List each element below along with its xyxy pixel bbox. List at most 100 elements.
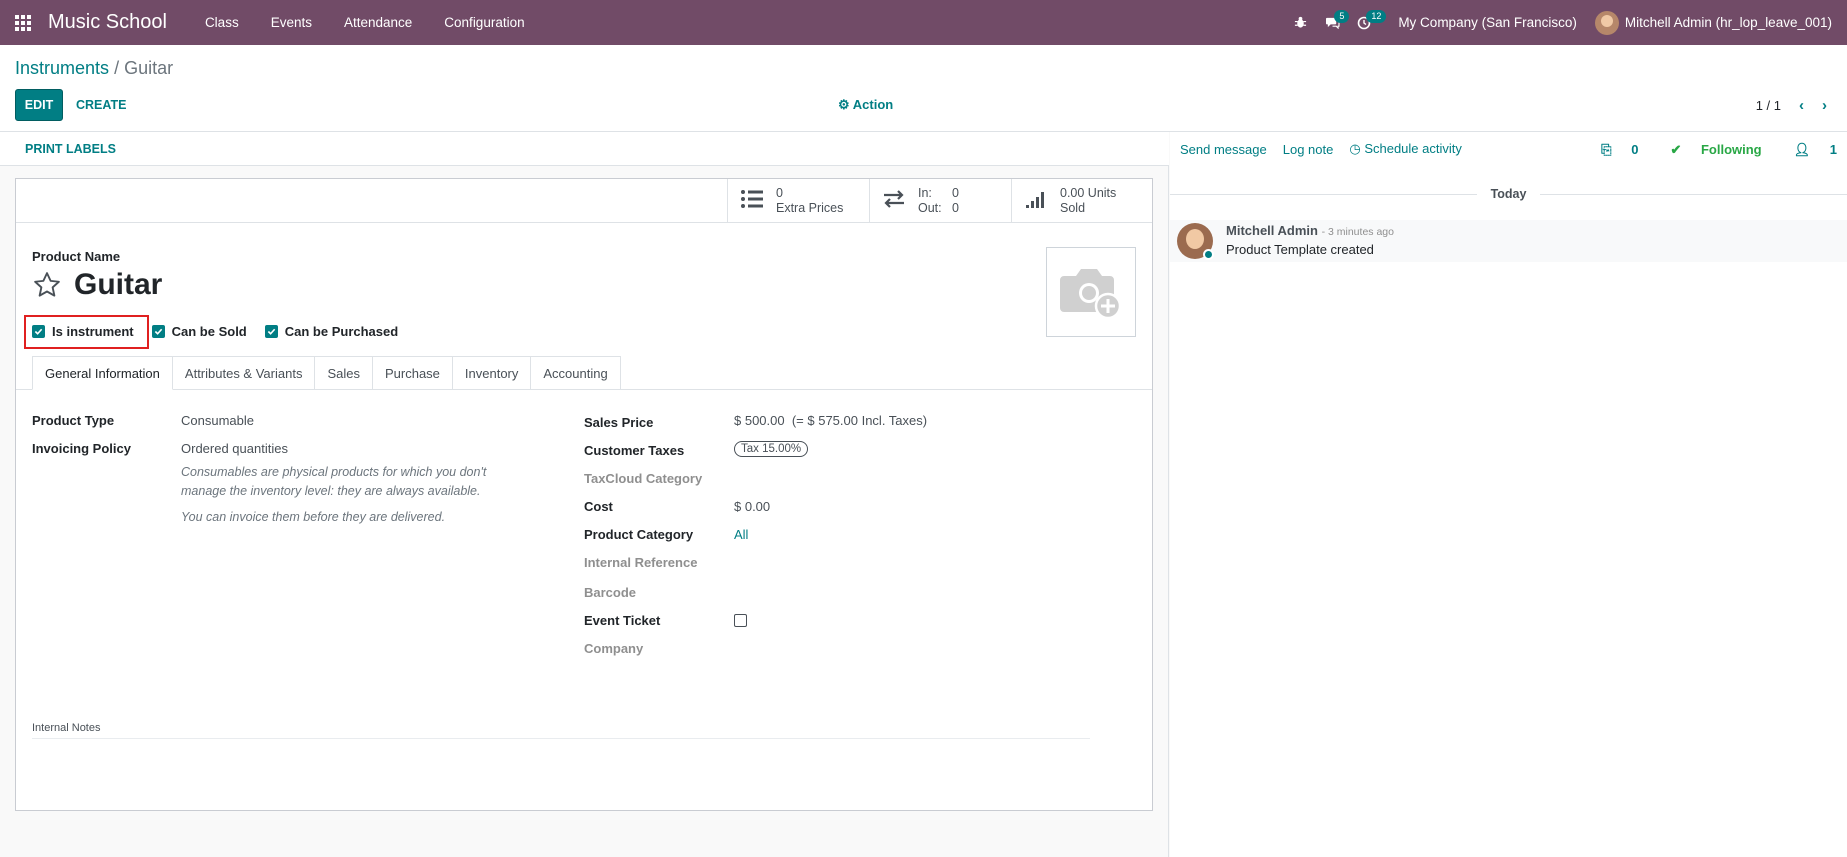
is-instrument-checkbox[interactable]: Is instrument xyxy=(32,324,134,339)
print-labels-button[interactable]: PRINT LABELS xyxy=(25,142,116,156)
extra-prices-count: 0 xyxy=(776,185,783,200)
barcode-label: Barcode xyxy=(584,585,637,600)
check-icon: ✔ xyxy=(1670,142,1682,157)
checkbox-checked-icon xyxy=(32,325,45,338)
product-image-upload[interactable] xyxy=(1046,247,1136,337)
units-sold-value: 0.00 Units xyxy=(1060,185,1117,200)
customer-taxes-label: Customer Taxes xyxy=(584,443,685,458)
user-menu[interactable]: Mitchell Admin (hr_lop_leave_001) xyxy=(1594,10,1847,35)
message-body: Product Template created xyxy=(1226,242,1374,257)
internal-reference-label: Internal Reference xyxy=(584,555,698,570)
sales-price-incl-taxes: (= $ 575.00 Incl. Taxes) xyxy=(791,413,928,428)
pager-value[interactable]: 1 / 1 xyxy=(1756,98,1781,113)
exchange-icon xyxy=(882,189,908,212)
systray: 5 12 My Company (San Francisco) Mitchell… xyxy=(1284,0,1847,45)
company-switcher[interactable]: My Company (San Francisco) xyxy=(1380,15,1595,30)
pager: 1 / 1 ‹ › xyxy=(1756,97,1827,114)
sales-price-amount: $ 500.00 xyxy=(734,413,785,428)
product-type-help: Consumables are physical products for wh… xyxy=(181,465,487,498)
date-separator-label: Today xyxy=(1490,187,1527,201)
top-navbar: Music School Class Events Attendance Con… xyxy=(0,0,1847,45)
event-ticket-checkbox[interactable] xyxy=(734,614,754,630)
schedule-activity-button[interactable]: ◷ Schedule activity xyxy=(1349,141,1462,157)
tax-tag[interactable]: Tax 15.00% xyxy=(734,441,809,457)
form-view: PRINT LABELS 0 Extra Prices In: 0 Out: 0… xyxy=(0,132,1169,857)
chatter-followers: ⎘ 0 ✔ Following 👤︎ 1 xyxy=(1569,142,1837,158)
activities-clock-icon[interactable]: 12 xyxy=(1348,0,1387,45)
log-note-button[interactable]: Log note xyxy=(1283,142,1334,157)
can-be-sold-label: Can be Sold xyxy=(171,324,247,339)
chatter-topbar: Send message Log note ◷ Schedule activit… xyxy=(1170,132,1847,166)
menu-attendance[interactable]: Attendance xyxy=(328,0,428,45)
in-label: In: xyxy=(918,185,932,200)
debug-bug-icon[interactable] xyxy=(1284,0,1316,45)
breadcrumb-current: Guitar xyxy=(124,58,174,78)
invoicing-policy-select[interactable]: Ordered quantities xyxy=(181,441,288,456)
breadcrumb-instruments[interactable]: Instruments xyxy=(15,58,109,78)
clock-icon: ◷ xyxy=(1349,141,1361,156)
create-button[interactable]: CREATE xyxy=(76,89,126,121)
tab-accounting[interactable]: Accounting xyxy=(530,356,621,390)
out-label: Out: xyxy=(918,200,942,215)
product-name-label: Product Name xyxy=(32,249,121,264)
followers-count: 1 xyxy=(1829,142,1837,157)
date-separator: Today xyxy=(1170,187,1847,201)
extra-prices-button[interactable]: 0 Extra Prices xyxy=(727,179,869,222)
menu-configuration[interactable]: Configuration xyxy=(428,0,540,45)
message-time: - 3 minutes ago xyxy=(1321,226,1394,238)
attachments-button[interactable]: ⎘ 0 xyxy=(1585,142,1638,158)
invoicing-policy-label: Invoicing Policy xyxy=(32,441,131,456)
message-author-avatar[interactable] xyxy=(1177,223,1214,260)
message-author[interactable]: Mitchell Admin xyxy=(1226,223,1318,238)
camera-add-icon xyxy=(1060,269,1122,320)
product-type-select[interactable]: Consumable xyxy=(181,413,254,428)
form-statusbar: PRINT LABELS xyxy=(0,132,1169,166)
main-menu: Class Events Attendance Configuration xyxy=(189,0,541,45)
form-sheet: 0 Extra Prices In: 0 Out: 0 0.00 Units S… xyxy=(15,178,1153,811)
internal-notes-field[interactable] xyxy=(32,738,1090,739)
edit-button[interactable]: EDIT xyxy=(15,89,63,121)
app-brand[interactable]: Music School xyxy=(48,11,167,34)
followers-button[interactable]: 👤︎ 1 xyxy=(1778,142,1837,158)
can-be-purchased-checkbox[interactable]: Can be Purchased xyxy=(264,324,398,339)
list-icon xyxy=(740,189,766,212)
tab-attributes-variants[interactable]: Attributes & Variants xyxy=(171,356,316,390)
send-message-button[interactable]: Send message xyxy=(1180,142,1267,157)
tab-purchase[interactable]: Purchase xyxy=(371,356,453,390)
is-instrument-label: Is instrument xyxy=(52,324,134,339)
in-out-button[interactable]: In: 0 Out: 0 xyxy=(869,179,1011,222)
messages-icon[interactable]: 5 xyxy=(1316,0,1350,45)
cost-value[interactable]: $ 0.00 xyxy=(734,499,770,514)
activities-count-badge: 12 xyxy=(1366,10,1387,23)
control-panel: Instruments / Guitar EDIT CREATE ⚙ Actio… xyxy=(0,45,1847,132)
attachments-count: 0 xyxy=(1631,142,1639,157)
tab-sales[interactable]: Sales xyxy=(314,356,373,390)
units-sold-label: Sold xyxy=(1060,200,1086,215)
tab-general-information[interactable]: General Information xyxy=(32,356,173,390)
product-category-link[interactable]: All xyxy=(734,527,748,542)
company-label: Company xyxy=(584,641,644,656)
action-dropdown[interactable]: ⚙ Action xyxy=(838,97,893,113)
sales-price-value[interactable]: $ 500.00 (= $ 575.00 Incl. Taxes) xyxy=(734,413,927,428)
product-category-label: Product Category xyxy=(584,527,694,542)
cost-label: Cost xyxy=(584,499,613,514)
following-button[interactable]: ✔ Following xyxy=(1654,142,1761,158)
tab-inventory[interactable]: Inventory xyxy=(451,356,532,390)
menu-events[interactable]: Events xyxy=(255,0,328,45)
product-flags: Is instrument Can be Sold Can be Purchas… xyxy=(32,324,416,339)
checkbox-unchecked-icon xyxy=(734,614,747,627)
in-value: 0 xyxy=(952,185,959,200)
user-avatar xyxy=(1594,10,1619,35)
pager-next-icon[interactable]: › xyxy=(1822,97,1827,114)
apps-menu-icon[interactable] xyxy=(0,0,46,45)
online-status-dot xyxy=(1203,249,1214,260)
favorite-star-icon[interactable] xyxy=(32,270,62,300)
units-sold-button[interactable]: 0.00 Units Sold xyxy=(1011,179,1152,222)
customer-taxes-field[interactable]: Tax 15.00% xyxy=(734,440,809,457)
internal-notes-label: Internal Notes xyxy=(32,722,101,734)
product-name[interactable]: Guitar xyxy=(74,268,162,302)
can-be-sold-checkbox[interactable]: Can be Sold xyxy=(151,324,247,339)
chatter-message: Mitchell Admin - 3 minutes ago Product T… xyxy=(1170,220,1847,262)
menu-class[interactable]: Class xyxy=(189,0,255,45)
pager-previous-icon[interactable]: ‹ xyxy=(1799,97,1804,114)
